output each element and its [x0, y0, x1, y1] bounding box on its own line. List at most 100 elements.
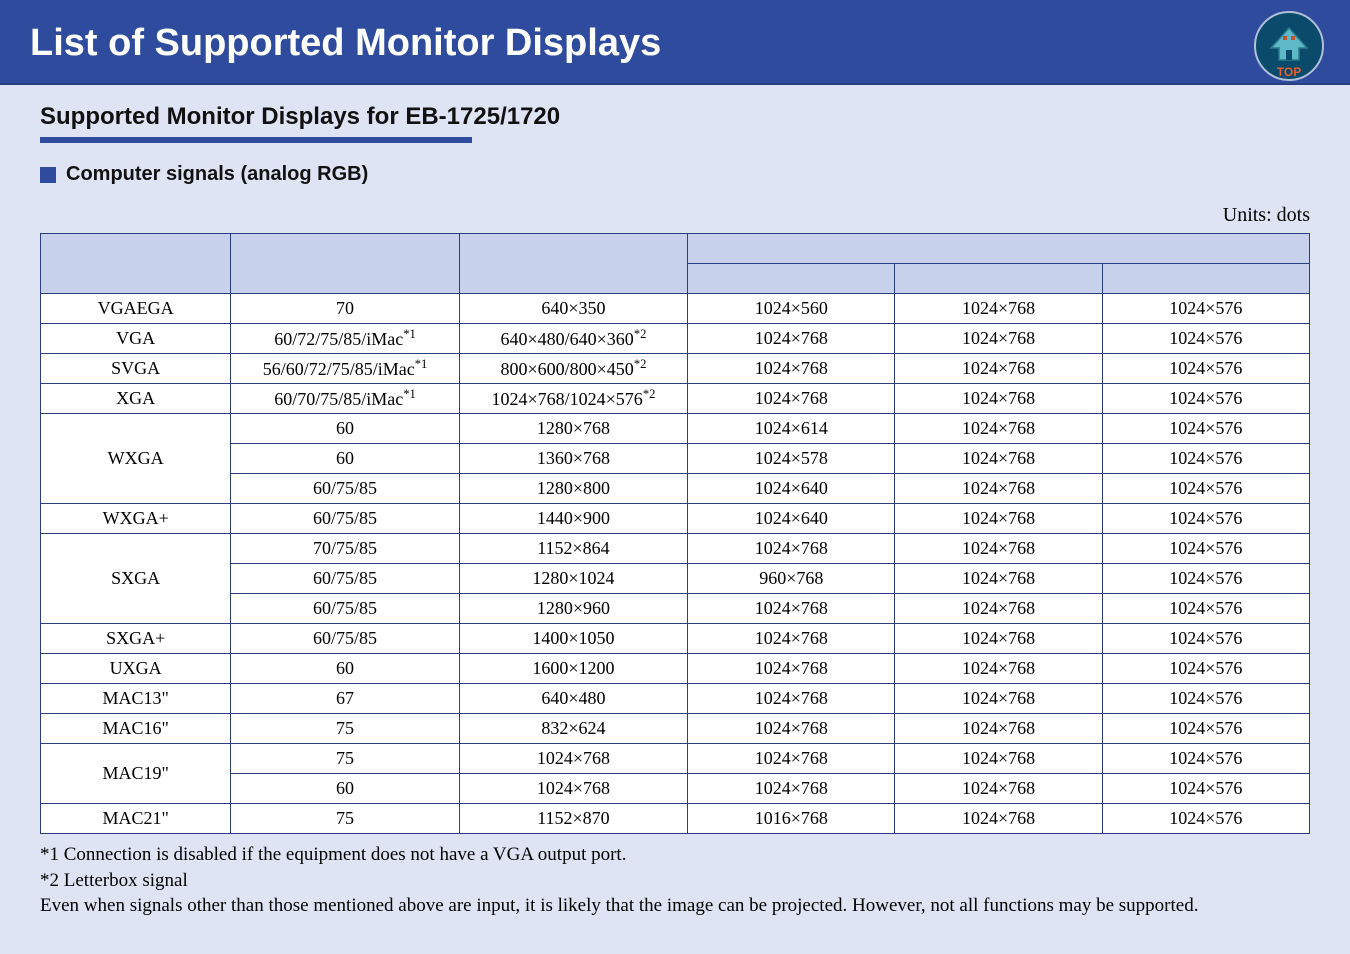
table-row: 60/75/851280×8001024×6401024×7681024×576: [41, 474, 1310, 504]
table-row: WXGA601280×7681024×6141024×7681024×576: [41, 414, 1310, 444]
table-body: VGAEGA70640×3501024×5601024×7681024×576V…: [41, 294, 1310, 834]
table-cell: 1024×576: [1102, 294, 1309, 324]
table-row: 601360×7681024×5781024×7681024×576: [41, 444, 1310, 474]
table-row: 601024×7681024×7681024×7681024×576: [41, 774, 1310, 804]
table-cell: 1024×768: [459, 744, 687, 774]
units-label: Units: dots: [40, 194, 1310, 233]
table-cell: 1024×768: [895, 384, 1102, 414]
table-cell: 1024×614: [688, 414, 895, 444]
table-cell: 1024×576: [1102, 714, 1309, 744]
table-cell: 1152×870: [459, 804, 687, 834]
table-cell: 1360×768: [459, 444, 687, 474]
table-row: SXGA+60/75/851400×10501024×7681024×76810…: [41, 624, 1310, 654]
table-cell: 1024×768: [459, 774, 687, 804]
section-bullet-icon: [40, 167, 56, 183]
table-cell: 1024×768: [688, 774, 895, 804]
table-cell: 1280×768: [459, 414, 687, 444]
table-cell: MAC13": [41, 684, 231, 714]
table-cell: 1016×768: [688, 804, 895, 834]
sub-heading-underline: [40, 137, 472, 143]
table-cell: 1024×768: [895, 294, 1102, 324]
footnote-2: *2 Letterbox signal: [40, 868, 1310, 894]
table-cell: 640×480/640×360*2: [459, 324, 687, 354]
table-cell: 1024×576: [1102, 324, 1309, 354]
table-cell: 60/75/85: [231, 564, 459, 594]
table-row: WXGA+60/75/851440×9001024×6401024×768102…: [41, 504, 1310, 534]
table-cell: 1024×768: [895, 354, 1102, 384]
table-cell: 640×480: [459, 684, 687, 714]
table-cell: 1024×768: [895, 324, 1102, 354]
table-cell: 56/60/72/75/85/iMac*1: [231, 354, 459, 384]
table-cell: SXGA: [41, 534, 231, 624]
table-cell: 1024×768: [895, 414, 1102, 444]
table-cell: 1280×800: [459, 474, 687, 504]
table-cell: 60: [231, 444, 459, 474]
table-cell: 1024×768: [688, 624, 895, 654]
table-cell: 1024×576: [1102, 384, 1309, 414]
table-cell: 1024×640: [688, 504, 895, 534]
table-cell: 1024×768: [895, 624, 1102, 654]
table-cell: 1024×768: [688, 594, 895, 624]
table-cell: 640×350: [459, 294, 687, 324]
table-row: VGA60/72/75/85/iMac*1640×480/640×360*210…: [41, 324, 1310, 354]
table-cell: 1024×576: [1102, 534, 1309, 564]
table-cell: 1024×576: [1102, 804, 1309, 834]
table-row: SVGA56/60/72/75/85/iMac*1800×600/800×450…: [41, 354, 1310, 384]
table-cell: 1024×768: [895, 564, 1102, 594]
section-label: Computer signals (analog RGB): [40, 163, 1310, 186]
footnote-3: Even when signals other than those menti…: [40, 893, 1310, 919]
table-cell: 1024×768: [895, 654, 1102, 684]
table-cell: 1024×768: [688, 684, 895, 714]
table-cell: 1024×576: [1102, 774, 1309, 804]
table-cell: 60: [231, 654, 459, 684]
table-cell: 67: [231, 684, 459, 714]
table-cell: MAC16": [41, 714, 231, 744]
table-cell: 1024×768: [895, 774, 1102, 804]
table-row: MAC21"751152×8701016×7681024×7681024×576: [41, 804, 1310, 834]
table-row: MAC19"751024×7681024×7681024×7681024×576: [41, 744, 1310, 774]
table-cell: 1024×768: [688, 384, 895, 414]
table-cell: 60: [231, 414, 459, 444]
table-cell: 1024×768: [688, 714, 895, 744]
table-cell: 1024×576: [1102, 624, 1309, 654]
table-cell: MAC21": [41, 804, 231, 834]
table-cell: 60/75/85: [231, 594, 459, 624]
table-cell: 1024×768: [895, 684, 1102, 714]
table-cell: 800×600/800×450*2: [459, 354, 687, 384]
table-cell: 1024×560: [688, 294, 895, 324]
page-title: List of Supported Monitor Displays: [30, 22, 661, 65]
table-cell: 1280×960: [459, 594, 687, 624]
table-cell: 60/70/75/85/iMac*1: [231, 384, 459, 414]
header-bar: List of Supported Monitor Displays: [0, 0, 1350, 85]
table-cell: 60/72/75/85/iMac*1: [231, 324, 459, 354]
footnotes: *1 Connection is disabled if the equipme…: [40, 842, 1310, 919]
monitor-displays-table: VGAEGA70640×3501024×5601024×7681024×576V…: [40, 233, 1310, 834]
table-cell: 1024×576: [1102, 444, 1309, 474]
content-area: Supported Monitor Displays for EB-1725/1…: [0, 85, 1350, 919]
table-row: UXGA601600×12001024×7681024×7681024×576: [41, 654, 1310, 684]
table-cell: 1024×576: [1102, 654, 1309, 684]
table-cell: 1600×1200: [459, 654, 687, 684]
table-cell: 75: [231, 714, 459, 744]
table-cell: 1024×768: [895, 534, 1102, 564]
table-cell: 1024×578: [688, 444, 895, 474]
table-cell: VGAEGA: [41, 294, 231, 324]
table-cell: 1024×768: [895, 804, 1102, 834]
table-cell: 70: [231, 294, 459, 324]
table-row: SXGA70/75/851152×8641024×7681024×7681024…: [41, 534, 1310, 564]
table-cell: 1024×576: [1102, 474, 1309, 504]
table-cell: 1024×768: [688, 654, 895, 684]
table-cell: 1024×576: [1102, 354, 1309, 384]
table-cell: SVGA: [41, 354, 231, 384]
table-cell: 70/75/85: [231, 534, 459, 564]
top-navigation-icon[interactable]: TOP: [1253, 10, 1325, 82]
table-cell: WXGA: [41, 414, 231, 504]
table-cell: 1024×768: [895, 504, 1102, 534]
section-title: Computer signals (analog RGB): [66, 163, 368, 186]
table-cell: 1024×640: [688, 474, 895, 504]
table-row: MAC16"75832×6241024×7681024×7681024×576: [41, 714, 1310, 744]
table-cell: WXGA+: [41, 504, 231, 534]
table-cell: 960×768: [688, 564, 895, 594]
table-cell: 1152×864: [459, 534, 687, 564]
table-cell: 1024×576: [1102, 744, 1309, 774]
